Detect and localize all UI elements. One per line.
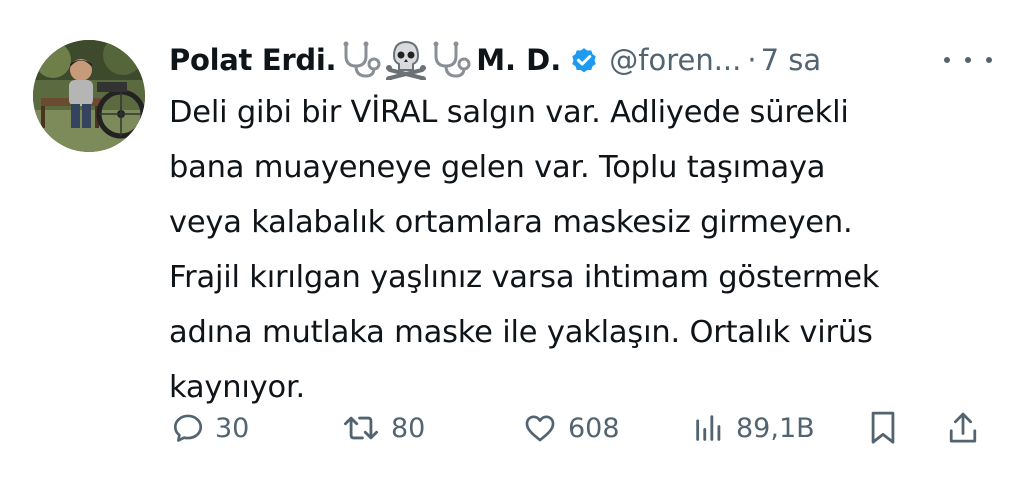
bookmark-button[interactable] (866, 403, 900, 453)
author-display-name[interactable]: Polat Erdi. (169, 43, 336, 77)
author-handle[interactable]: @foren... (609, 43, 741, 77)
author-name-emojis (338, 40, 474, 80)
author-name-suffix[interactable]: M. D. (476, 43, 561, 77)
separator-dot: · (747, 43, 757, 77)
more-dot-icon (965, 57, 971, 63)
analytics-icon (692, 411, 726, 445)
reply-count: 30 (215, 412, 250, 444)
tweet-timestamp[interactable]: 7 sa (761, 43, 822, 77)
tweet-text-line: Deli gibi bir VİRAL salgın var. Adliyede… (169, 95, 849, 130)
tweet-text-line: veya kalabalık ortamlara maskesiz girmey… (169, 205, 853, 240)
heart-icon (522, 411, 558, 445)
view-count: 89,1B (736, 412, 815, 444)
tweet-card[interactable]: Polat Erdi. M. D. @foren... · 7 sa Deli … (0, 0, 1024, 500)
repost-count: 80 (391, 412, 426, 444)
share-icon (946, 410, 980, 446)
repost-button[interactable]: 80 (341, 403, 425, 453)
like-button[interactable]: 608 (522, 403, 620, 453)
more-options-button[interactable] (944, 50, 992, 70)
stethoscope-icon (428, 40, 474, 80)
repost-icon (341, 411, 381, 445)
avatar[interactable] (33, 40, 145, 152)
tweet-text-line: adına mutlaka maske ile yaklaşın. Ortalı… (169, 315, 873, 350)
share-button[interactable] (946, 403, 980, 453)
tweet-text-line: bana muayeneye gelen var. Toplu taşımaya (169, 150, 826, 185)
tweet-text: Deli gibi bir VİRAL salgın var. Adliyede… (169, 85, 989, 415)
more-dot-icon (944, 57, 950, 63)
verified-badge-icon[interactable] (569, 45, 599, 75)
tweet-header: Polat Erdi. M. D. @foren... · 7 sa (169, 36, 821, 84)
views-button[interactable]: 89,1B (692, 403, 815, 453)
tweet-text-line: Frajil kırılgan yaşlınız varsa ihtimam g… (169, 260, 880, 295)
like-count: 608 (568, 412, 620, 444)
skull-crossbones-icon (384, 40, 428, 80)
more-dot-icon (986, 57, 992, 63)
reply-button[interactable]: 30 (171, 403, 249, 453)
bookmark-icon (866, 409, 900, 447)
action-bar: 30 80 608 89,1B (169, 403, 989, 453)
reply-icon (171, 411, 205, 445)
stethoscope-icon (338, 40, 384, 80)
